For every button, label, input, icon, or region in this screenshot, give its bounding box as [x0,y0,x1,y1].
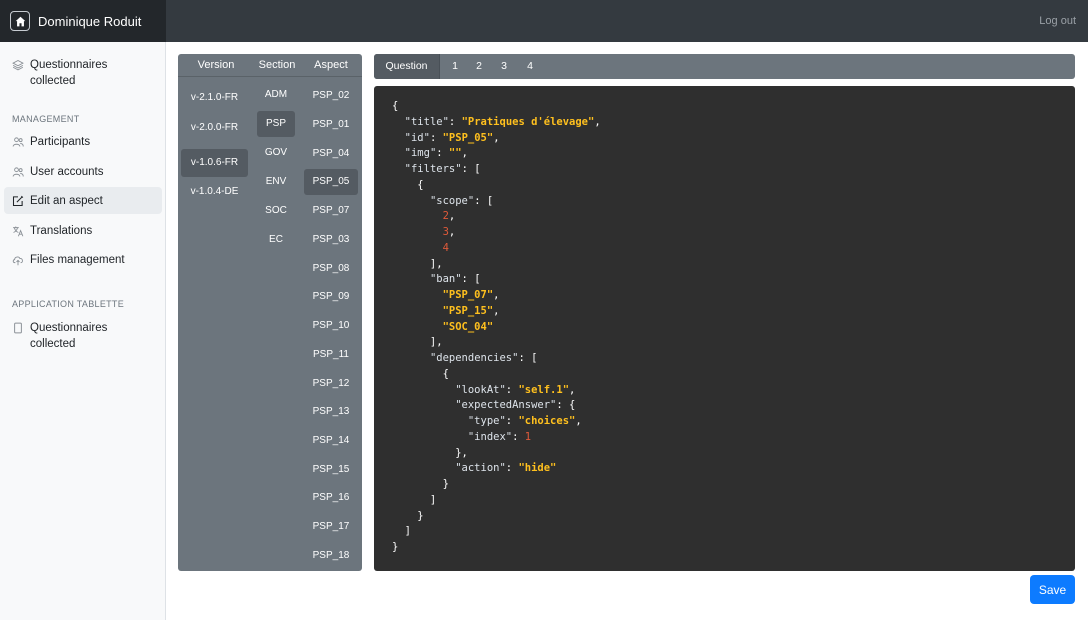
aspect-item[interactable]: PSP_04 [304,142,358,166]
sidebar-item-label: Participants [30,136,91,148]
sidebar-item-translations[interactable]: Translations [4,221,162,241]
sidebar-item-questionnaires-collected[interactable]: Questionnaires collected [4,57,162,89]
aspect-item[interactable]: PSP_16 [304,486,358,510]
tablet-icon [12,322,24,334]
json-scope-value: 2 [442,210,449,223]
version-header: Version [197,59,235,71]
json-action: "hide" [518,462,557,475]
tab-2[interactable]: 2 [472,54,486,79]
section-item[interactable]: SOC [257,199,295,223]
sidebar-item-label: Edit an aspect [30,194,103,207]
aspect-item[interactable]: PSP_17 [304,515,358,539]
layers-icon [12,59,24,71]
aspect-item[interactable]: PSP_13 [304,400,358,424]
aspect-item[interactable]: PSP_15 [304,458,358,482]
json-ban-value: "PSP_07" [442,289,494,301]
section-item[interactable]: GOV [257,141,295,165]
sidebar-item-label: Questionnaires collected [30,322,108,350]
tab-1[interactable]: 1 [448,54,462,79]
aspect-item[interactable]: PSP_07 [304,199,358,223]
save-button[interactable]: Save [1030,575,1075,604]
json-ban-value: "PSP_15" [442,304,494,317]
json-title: "Pratiques d'élevage" [461,115,595,128]
aspect-item-selected[interactable]: PSP_05 [304,169,358,195]
participants-icon [12,136,24,148]
json-ban-value: "SOC_04" [442,320,494,333]
version-item[interactable]: v-2.0.0-FR [181,116,248,140]
home-icon[interactable] [10,11,30,31]
json-scope-value: 4 [442,241,449,254]
header-divider [178,76,362,77]
version-item[interactable]: v-1.0.4-DE [181,180,248,204]
management-heading: MANAGEMENT [12,114,80,124]
sidebar-item-label: Questionnaires collected [30,59,108,87]
aspect-item[interactable]: PSP_10 [304,314,358,338]
aspect-item[interactable]: PSP_11 [304,343,358,367]
version-section-aspect-selector: Version Section Aspect v-2.1.0-FR v-2.0.… [178,54,362,571]
aspect-header: Aspect [314,59,348,71]
sidebar-item-participants[interactable]: Participants [4,132,162,152]
sidebar-item-label: Translations [30,225,93,237]
sidebar-item-user-accounts[interactable]: User accounts [4,162,162,182]
json-id: "PSP_05" [442,131,494,144]
sidebar-item-files-management[interactable]: Files management [4,250,162,270]
aspect-item[interactable]: PSP_12 [304,372,358,396]
json-scope-value: 3 [442,226,449,238]
aspect-item[interactable]: PSP_01 [304,113,358,137]
tab-3[interactable]: 3 [497,54,511,79]
json-lookat: "self.1" [518,383,570,396]
aspect-item[interactable]: PSP_02 [304,84,358,108]
top-navbar: Dominique Roduit Log out [0,0,1088,42]
translate-icon [12,225,24,237]
brand[interactable]: Dominique Roduit [0,0,166,42]
section-item[interactable]: ENV [257,170,295,194]
tab-4[interactable]: 4 [523,54,537,79]
section-header: Section [258,59,296,71]
tablet-heading: APPLICATION TABLETTE [12,299,125,309]
cloud-upload-icon [12,254,24,266]
sidebar-item-label: Files management [30,254,125,266]
version-item[interactable]: v-2.1.0-FR [181,86,248,110]
version-item-selected[interactable]: v-1.0.6-FR [181,149,248,177]
aspect-item[interactable]: PSP_14 [304,429,358,453]
json-img: "" [448,147,462,160]
sidebar-item-edit-aspect[interactable]: Edit an aspect [4,187,162,214]
users-icon [12,166,24,178]
aspect-item[interactable]: PSP_18 [304,544,358,568]
sidebar-item-tablet-questionnaires[interactable]: Questionnaires collected [4,320,162,352]
section-item[interactable]: ADM [257,83,295,107]
aspect-item[interactable]: PSP_08 [304,257,358,281]
sidebar: Questionnaires collected MANAGEMENT Part… [0,42,166,620]
json-code[interactable]: { "title": "Pratiques d'élevage", "id": … [392,99,601,556]
question-tabs: Question 1 2 3 4 [374,54,1075,79]
json-editor[interactable]: { "title": "Pratiques d'élevage", "id": … [374,86,1075,571]
aspect-item[interactable]: PSP_03 [304,228,358,252]
sidebar-item-label: User accounts [30,166,104,178]
edit-icon [12,195,24,207]
logout-link[interactable]: Log out [1039,15,1076,27]
user-name: Dominique Roduit [38,13,142,29]
section-item-selected[interactable]: PSP [257,111,295,137]
tab-question[interactable]: Question [374,54,440,79]
aspect-item[interactable]: PSP_09 [304,285,358,309]
json-type: "choices" [518,415,576,427]
section-item[interactable]: EC [257,228,295,252]
json-index: 1 [524,430,532,443]
